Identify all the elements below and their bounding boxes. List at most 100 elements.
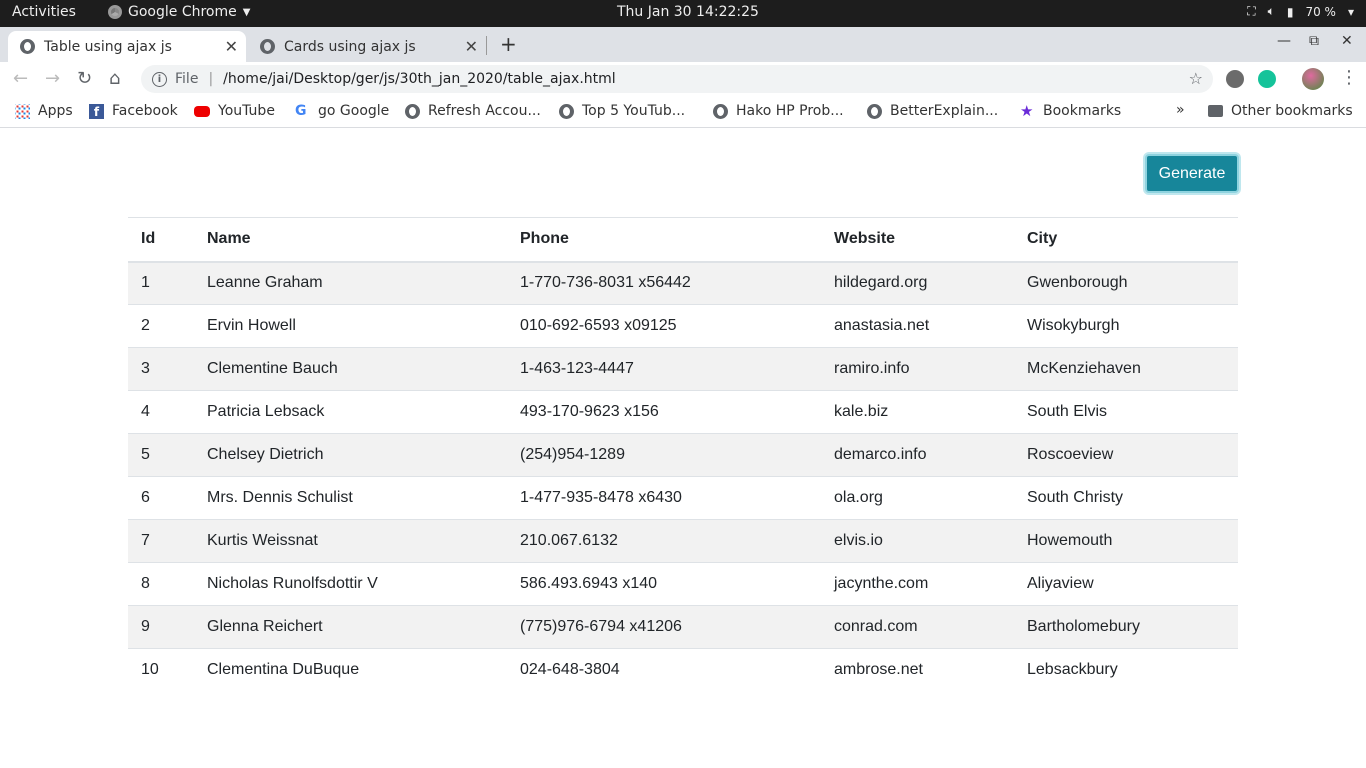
cell-name: Mrs. Dennis Schulist <box>194 476 507 520</box>
globe-icon <box>20 39 35 54</box>
facebook-icon: f <box>89 103 104 119</box>
close-window-icon[interactable]: ✕ <box>1341 33 1353 49</box>
table-body: 1 Leanne Graham 1-770-736-8031 x56442 hilde… <box>128 261 1238 692</box>
chevron-down-icon: ▾ <box>1347 4 1354 19</box>
chevron-double-right-icon[interactable]: » <box>1176 102 1185 118</box>
cell-phone: 1-463-123-4447 <box>507 347 821 391</box>
column-header-id: Id <box>128 217 194 263</box>
grammarly-icon[interactable] <box>1258 70 1276 88</box>
cell-city: Howemouth <box>1014 519 1238 563</box>
cell-name: Ervin Howell <box>194 304 507 348</box>
reload-icon[interactable]: ↻ <box>77 68 92 89</box>
cell-id: 8 <box>128 562 194 606</box>
cell-website: kale.biz <box>821 390 1014 434</box>
table-row: 5 Chelsey Dietrich (254)954-1289 demarco.in… <box>128 433 1238 477</box>
google-icon: G <box>295 102 307 119</box>
forward-arrow-icon[interactable]: → <box>45 68 60 89</box>
kebab-menu-icon[interactable]: ⋮ <box>1340 67 1358 88</box>
bookmark-label: BetterExplain... <box>890 103 999 119</box>
youtube-icon <box>194 105 210 117</box>
cell-name: Chelsey Dietrich <box>194 433 507 477</box>
table-row: 1 Leanne Graham 1-770-736-8031 x56442 hilde… <box>128 261 1238 305</box>
address-bar[interactable]: i File | /home/jai/Desktop/ger/js/30th_j… <box>141 65 1213 93</box>
bookmark-label: go Google <box>318 103 390 119</box>
cell-website: anastasia.net <box>821 304 1014 348</box>
close-tab-icon[interactable]: ✕ <box>225 37 238 56</box>
column-header-phone: Phone <box>507 217 821 263</box>
tab-cards-ajax[interactable]: Cards using ajax js ✕ <box>248 31 486 62</box>
cell-phone: (254)954-1289 <box>507 433 821 477</box>
back-arrow-icon[interactable]: ← <box>13 68 28 89</box>
bookmark-youtube[interactable]: YouTube <box>194 103 275 119</box>
clock[interactable]: Thu Jan 30 14:22:25 <box>617 4 759 20</box>
table-row: 4 Patricia Lebsack 493-170-9623 x156 kale.b… <box>128 390 1238 434</box>
cell-city: Bartholomebury <box>1014 605 1238 649</box>
profile-avatar[interactable] <box>1302 68 1324 90</box>
bookmark-facebook[interactable]: f Facebook <box>89 103 178 119</box>
cell-website: ola.org <box>821 476 1014 520</box>
cell-phone: 493-170-9623 x156 <box>507 390 821 434</box>
tab-title: Table using ajax js <box>44 38 172 55</box>
apps-grid-icon <box>15 103 30 119</box>
table-row: 7 Kurtis Weissnat 210.067.6132 elvis.io Howe… <box>128 519 1238 563</box>
extension-icon[interactable] <box>1226 70 1244 88</box>
bookmark-apps[interactable]: Apps <box>15 103 73 119</box>
cell-id: 2 <box>128 304 194 348</box>
cell-name: Patricia Lebsack <box>194 390 507 434</box>
cell-phone: 024-648-3804 <box>507 648 821 692</box>
column-header-website: Website <box>821 217 1014 263</box>
battery-icon: ▮ <box>1286 4 1294 19</box>
generate-button[interactable]: Generate <box>1145 154 1239 193</box>
tab-table-ajax[interactable]: Table using ajax js ✕ <box>8 31 246 62</box>
bookmark-refresh-account[interactable]: Refresh Accou... <box>405 103 541 119</box>
minimize-icon[interactable]: — <box>1277 33 1291 49</box>
url-text[interactable]: /home/jai/Desktop/ger/js/30th_jan_2020/t… <box>223 71 616 87</box>
bookmark-label: Refresh Accou... <box>428 103 541 119</box>
page-content: Generate Id Name Phone Website City 1 Lea… <box>0 129 1366 768</box>
cell-website: demarco.info <box>821 433 1014 477</box>
bookmark-go-google[interactable]: G go Google <box>295 103 389 119</box>
cell-name: Leanne Graham <box>194 261 507 305</box>
bookmark-betterexplained[interactable]: BetterExplain... <box>867 103 998 119</box>
globe-icon <box>405 103 420 119</box>
column-header-name: Name <box>194 217 507 263</box>
bookmark-label: Top 5 YouTub... <box>582 103 686 119</box>
activities-button[interactable]: Activities <box>12 4 76 20</box>
new-tab-icon[interactable]: + <box>500 32 517 56</box>
bookmark-star-icon[interactable]: ☆ <box>1189 69 1203 88</box>
cell-id: 5 <box>128 433 194 477</box>
app-menu[interactable]: Google Chrome ▼ <box>108 4 250 20</box>
cell-id: 4 <box>128 390 194 434</box>
info-icon[interactable]: i <box>152 71 167 87</box>
folder-icon <box>1208 105 1223 117</box>
bookmark-label: Other bookmarks <box>1231 103 1353 119</box>
cell-id: 6 <box>128 476 194 520</box>
users-table: Id Name Phone Website City 1 Leanne Graha… <box>128 217 1238 692</box>
table-header-row: Id Name Phone Website City <box>128 217 1238 263</box>
close-tab-icon[interactable]: ✕ <box>465 37 478 56</box>
bookmark-bookmarks-folder[interactable]: ★ Bookmarks <box>1020 103 1121 119</box>
app-name: Google Chrome <box>128 4 237 20</box>
table-row: 8 Nicholas Runolfsdottir V 586.493.6943 x1… <box>128 562 1238 606</box>
home-icon[interactable]: ⌂ <box>109 68 120 89</box>
cell-phone: 1-477-935-8478 x6430 <box>507 476 821 520</box>
table-row: 9 Glenna Reichert (775)976-6794 x41206 conr… <box>128 605 1238 649</box>
cell-website: ramiro.info <box>821 347 1014 391</box>
restore-icon[interactable]: ⧉ <box>1309 33 1319 49</box>
cell-phone: 010-692-6593 x09125 <box>507 304 821 348</box>
bookmark-label: Apps <box>38 103 73 119</box>
cell-website: elvis.io <box>821 519 1014 563</box>
system-tray[interactable]: ⛶ 🔈︎ ▮ 70 % ▾ <box>1247 4 1354 19</box>
cell-name: Kurtis Weissnat <box>194 519 507 563</box>
cell-name: Nicholas Runolfsdottir V <box>194 562 507 606</box>
bookmarks-bar: Apps f Facebook YouTube G go Google Refr… <box>0 96 1366 128</box>
table-row: 10 Clementina DuBuque 024-648-3804 ambrose.… <box>128 648 1238 692</box>
battery-percent: 70 % <box>1305 4 1336 19</box>
cell-website: jacynthe.com <box>821 562 1014 606</box>
bookmark-top5-youtube[interactable]: Top 5 YouTub... <box>559 103 685 119</box>
globe-icon <box>713 103 728 119</box>
bookmark-other-bookmarks[interactable]: Other bookmarks <box>1208 103 1353 119</box>
network-icon: ⛶ <box>1247 4 1256 18</box>
bookmark-hako-hp[interactable]: Hako HP Prob... <box>713 103 844 119</box>
browser-toolbar: ← → ↻ ⌂ i File | /home/jai/Desktop/ger/j… <box>0 62 1366 96</box>
